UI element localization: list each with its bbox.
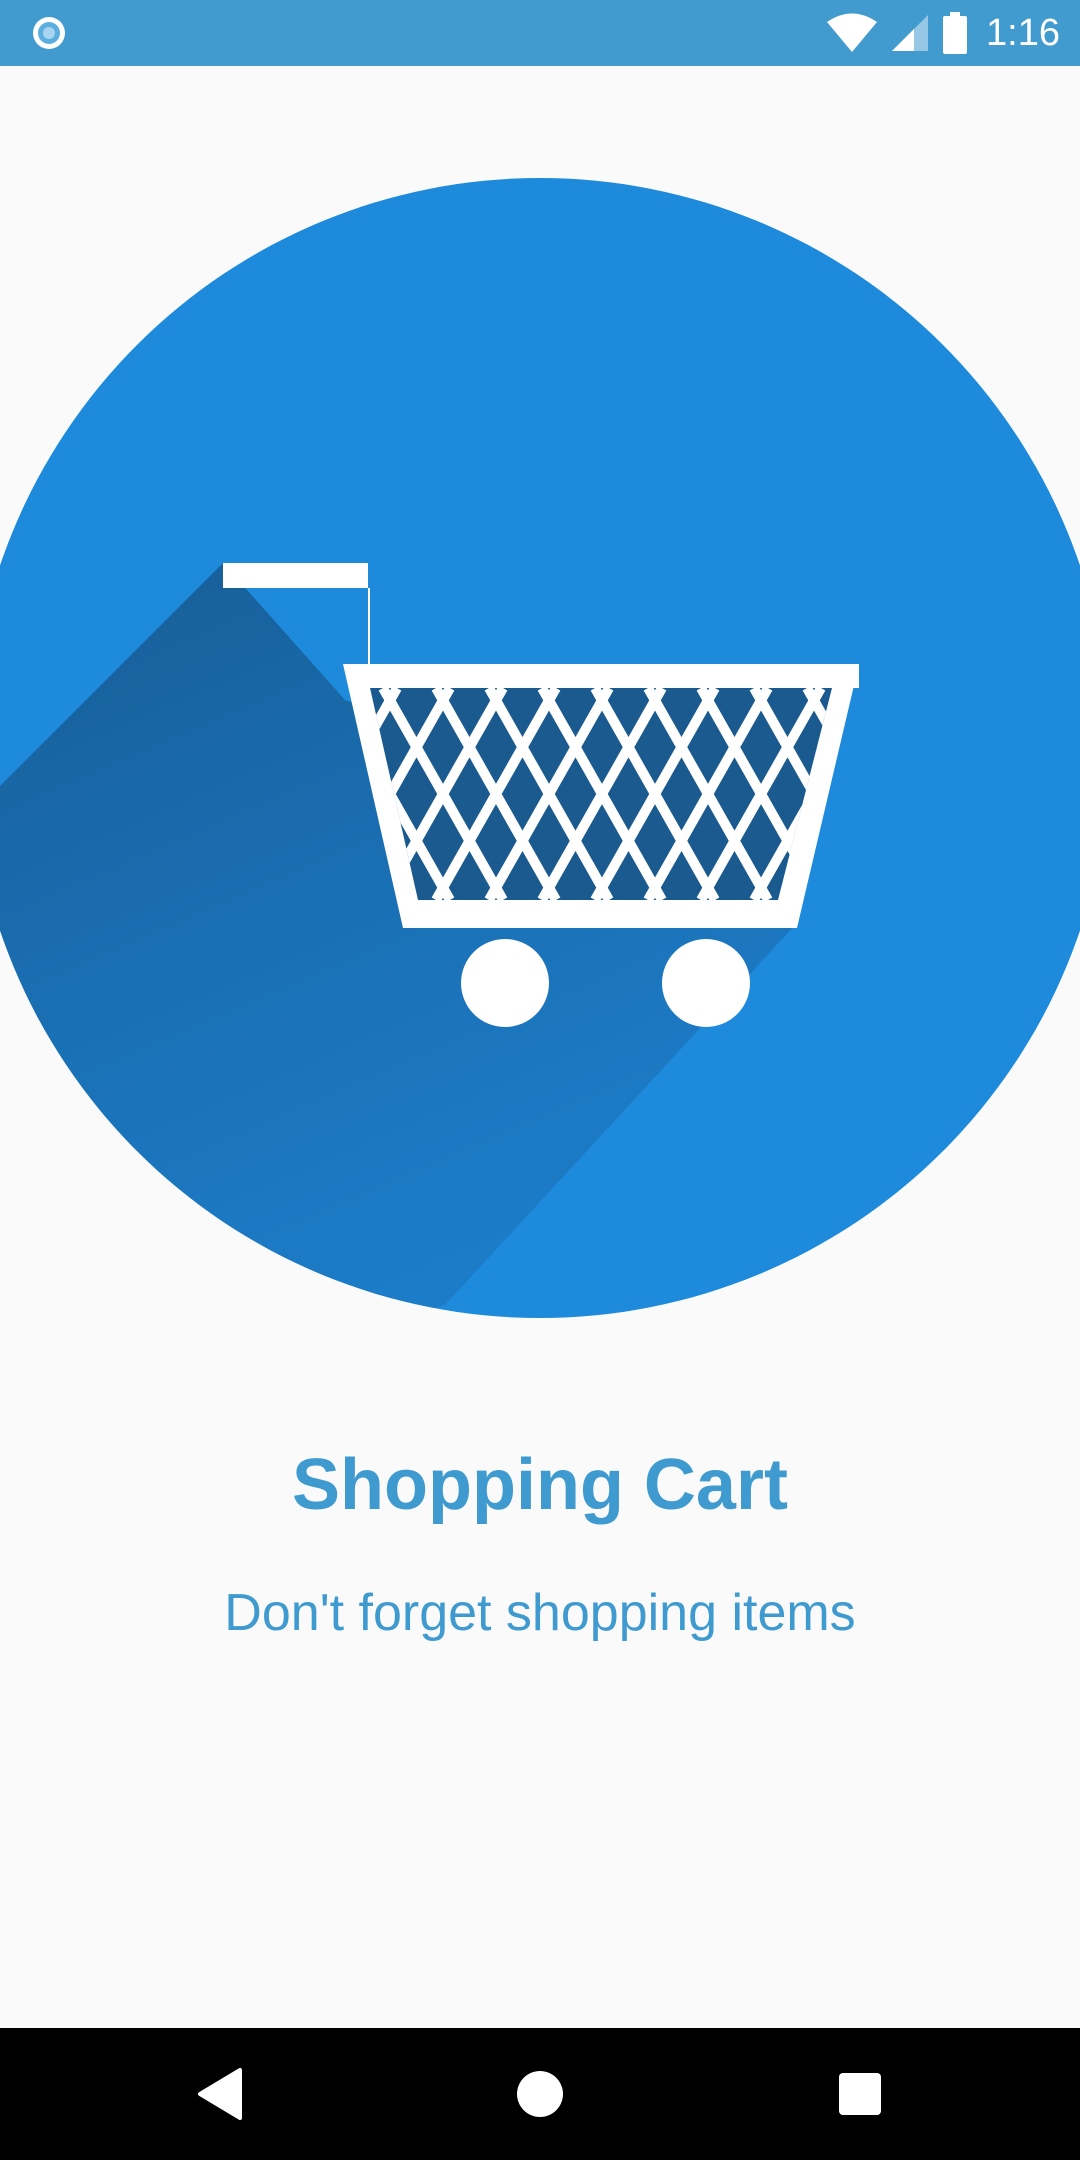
wifi-icon	[827, 13, 878, 52]
recents-button[interactable]	[820, 2054, 900, 2134]
back-button[interactable]	[180, 2054, 260, 2134]
home-button[interactable]	[500, 2054, 580, 2134]
status-icons: 1:16	[826, 0, 1060, 66]
onboarding-subtitle: Don't forget shopping items	[224, 1584, 856, 1642]
notification-dot-icon	[33, 17, 65, 49]
back-triangle-icon	[198, 2068, 242, 2120]
cellular-signal-icon	[892, 15, 929, 51]
recents-square-icon	[839, 2073, 881, 2115]
shopping-cart-illustration	[0, 178, 1080, 1318]
navigation-bar	[0, 2028, 1080, 2160]
battery-icon	[943, 12, 968, 54]
onboarding-title: Shopping Cart	[292, 1445, 788, 1525]
home-circle-icon	[517, 2071, 563, 2117]
screen: 1:16 Shopping Cart Don't forget shopping…	[0, 0, 1080, 2160]
status-bar: 1:16	[0, 0, 1080, 66]
status-time: 1:16	[986, 12, 1060, 54]
